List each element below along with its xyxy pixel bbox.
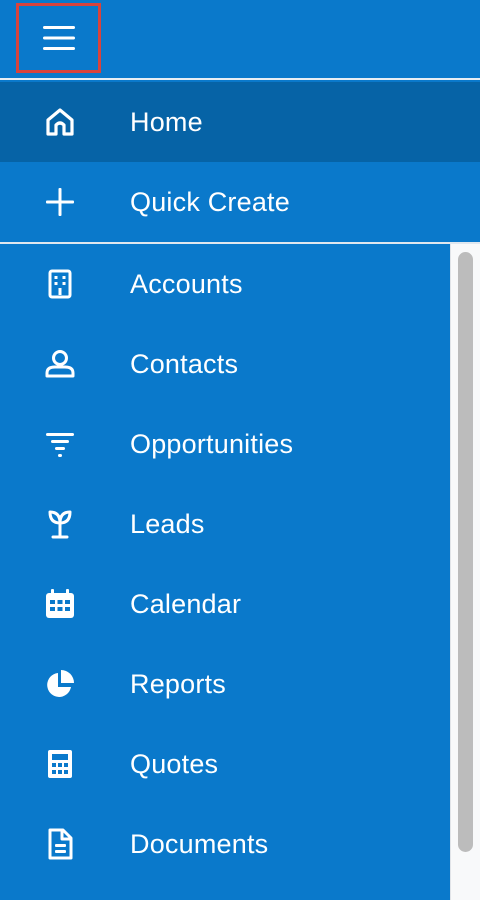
calendar-icon [40, 584, 80, 624]
nav-item-leads[interactable]: Leads [0, 484, 450, 564]
nav-item-label: Contacts [130, 348, 239, 379]
building-icon [40, 264, 80, 304]
nav-item-quick-create[interactable]: Quick Create [0, 162, 480, 242]
nav-item-label: Home [130, 106, 203, 137]
home-icon [40, 102, 80, 142]
nav-item-label: Opportunities [130, 428, 294, 459]
pinned-nav: Home Quick Create [0, 82, 480, 242]
menu-toggle-button[interactable] [16, 3, 101, 73]
nav-item-opportunities[interactable]: Opportunities [0, 404, 450, 484]
person-icon [40, 344, 80, 384]
sidebar-navigation: Home Quick Create Accounts Contacts Oppo… [0, 0, 480, 900]
calculator-icon [40, 744, 80, 784]
scrollbar-track[interactable] [450, 244, 480, 900]
nav-item-contacts[interactable]: Contacts [0, 324, 450, 404]
module-list: Accounts Contacts Opportunities Leads Ca… [0, 244, 450, 900]
pie-chart-icon [40, 664, 80, 704]
nav-item-home[interactable]: Home [0, 82, 480, 162]
nav-item-documents[interactable]: Documents [0, 804, 450, 884]
nav-item-accounts[interactable]: Accounts [0, 244, 450, 324]
document-icon [40, 824, 80, 864]
sidebar-header [0, 0, 480, 80]
scrollbar-thumb[interactable] [458, 252, 473, 852]
nav-item-label: Reports [130, 668, 226, 699]
nav-item-label: Accounts [130, 268, 243, 299]
nav-item-quotes[interactable]: Quotes [0, 724, 450, 804]
nav-item-reports[interactable]: Reports [0, 644, 450, 724]
filter-icon [40, 424, 80, 464]
nav-item-label: Documents [130, 828, 269, 859]
sprout-icon [40, 504, 80, 544]
plus-icon [40, 182, 80, 222]
nav-item-label: Quick Create [130, 186, 290, 217]
nav-item-label: Calendar [130, 588, 242, 619]
nav-item-label: Quotes [130, 748, 219, 779]
nav-item-calendar[interactable]: Calendar [0, 564, 450, 644]
hamburger-icon [42, 24, 76, 52]
nav-item-label: Leads [130, 508, 205, 539]
